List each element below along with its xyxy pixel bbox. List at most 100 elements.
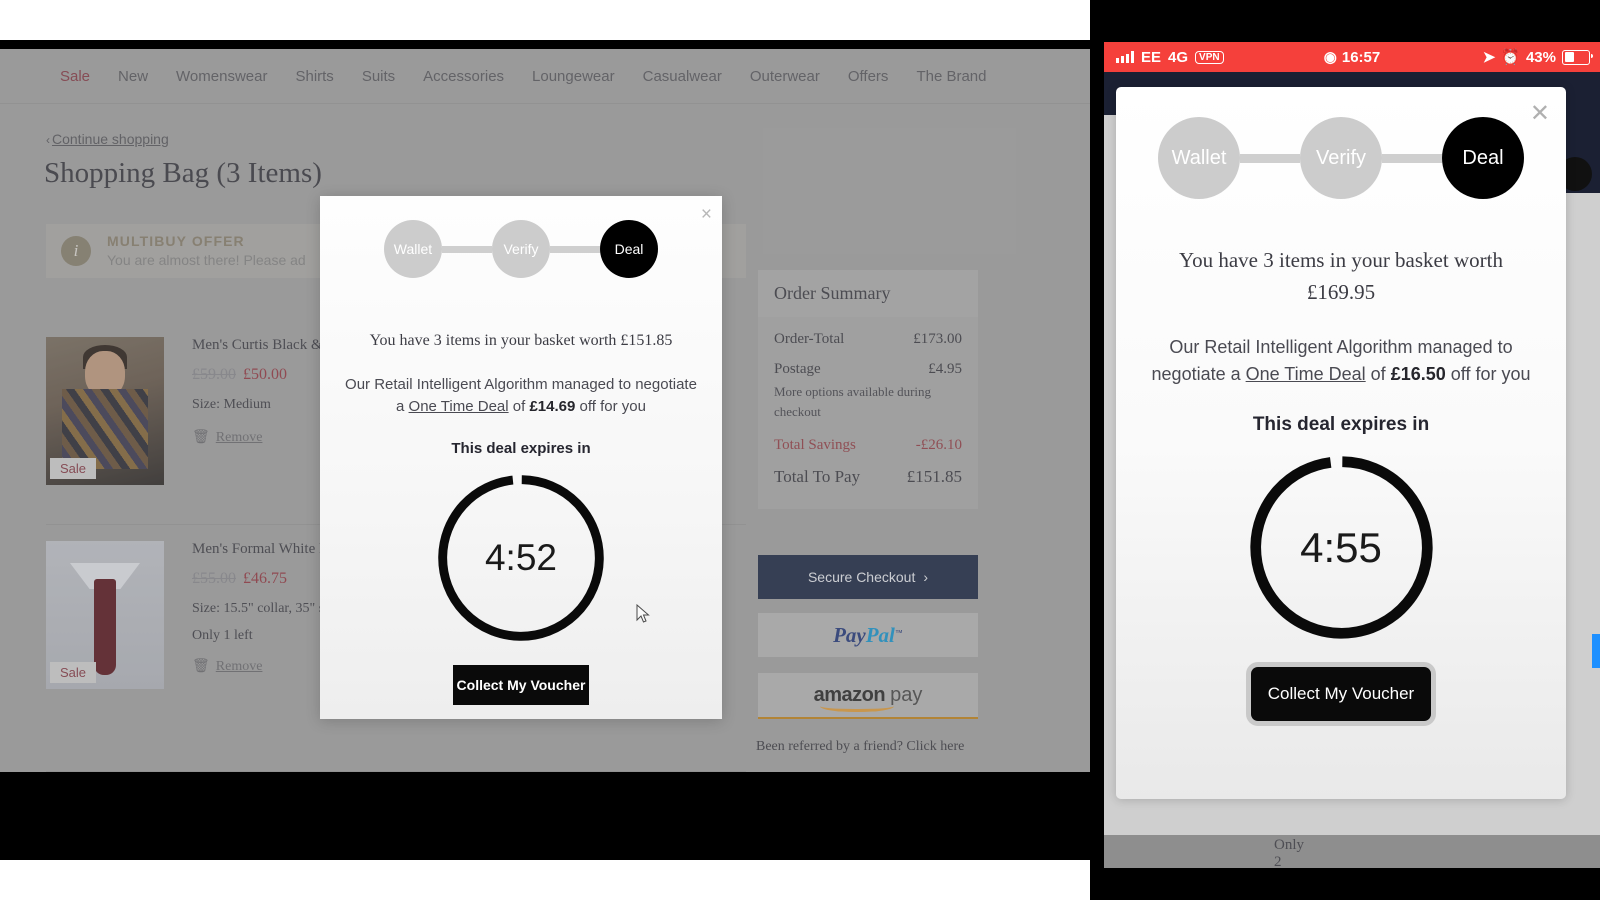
close-icon[interactable]: ✕ — [1530, 99, 1550, 128]
secure-checkout-button[interactable]: Secure Checkout › — [758, 555, 978, 599]
paypal-button[interactable]: PayPal™ — [758, 613, 978, 657]
alarm-clock-icon: ⏰ — [1501, 49, 1520, 66]
multibuy-subtitle: You are almost there! Please ad — [107, 252, 306, 268]
trash-icon: 🗑 — [192, 659, 210, 675]
nav-item-loungewear[interactable]: Loungewear — [532, 68, 615, 85]
postage-note: More options available during checkout — [774, 384, 932, 419]
summary-value: £4.95 — [928, 361, 962, 377]
page-title: Shopping Bag (3 Items) — [44, 157, 322, 189]
timer-value: 4:52 — [484, 536, 557, 578]
countdown-timer: 4:55 — [1244, 450, 1439, 645]
product-old-price: £59.00 — [192, 366, 236, 383]
secure-checkout-label: Secure Checkout — [807, 569, 916, 585]
product-new-price: £46.75 — [243, 570, 287, 587]
trash-icon: 🗑 — [192, 430, 210, 446]
battery-icon — [1562, 49, 1593, 65]
mobile-page-background-lower — [1104, 835, 1600, 868]
timer-value: 4:55 — [1300, 523, 1382, 571]
step-verify: Verify — [492, 220, 550, 278]
referral-link[interactable]: Been referred by a friend? Click here — [756, 736, 966, 757]
nav-item-accessories[interactable]: Accessories — [423, 68, 504, 85]
summary-value: £173.00 — [913, 331, 962, 347]
panel-gap — [1090, 0, 1104, 900]
nav-item-outerwear[interactable]: Outerwear — [750, 68, 820, 85]
battery-percent-label: 43% — [1525, 48, 1556, 66]
step-indicator: Wallet Verify Deal — [1116, 87, 1566, 199]
nav-item-new[interactable]: New — [118, 68, 148, 85]
collect-voucher-button[interactable]: Collect My Voucher — [453, 664, 589, 705]
mobile-edge-tab[interactable] — [1592, 634, 1600, 668]
status-badge: Sale — [50, 458, 97, 479]
clock-label: 16:57 — [1341, 48, 1381, 66]
nav-item-shirts[interactable]: Shirts — [295, 68, 333, 85]
step-connector — [1382, 153, 1442, 163]
nav-item-offers[interactable]: Offers — [848, 68, 889, 85]
step-deal: Deal — [1442, 117, 1524, 199]
necktie-shape — [94, 579, 116, 675]
remove-label: Remove — [215, 659, 263, 675]
mobile-status-bar: EE 4G VPN ◉ 16:57 ➤ ⏰ 43% — [1104, 42, 1600, 72]
close-icon[interactable]: × — [701, 204, 712, 226]
summary-label: Postage — [774, 361, 821, 377]
deal-modal-desktop: × Wallet Verify Deal You have 3 items in… — [320, 196, 722, 719]
letterbox-mobile-bottom — [1104, 868, 1600, 900]
row-divider — [46, 771, 746, 772]
amazon-pay-button[interactable]: amazon pay — [758, 673, 978, 719]
nav-item-suits[interactable]: Suits — [362, 68, 395, 85]
expiry-label: This deal expires in — [1252, 414, 1430, 435]
status-badge: Sale — [50, 662, 97, 683]
paypal-logo: PayPal™ — [833, 622, 903, 647]
product-new-price: £50.00 — [243, 366, 287, 383]
screenshot-stage: Sale New Womenswear Shirts Suits Accesso… — [0, 0, 1600, 900]
record-dot-icon: ◉ — [1323, 49, 1337, 66]
nav-item-casualwear[interactable]: Casualwear — [643, 68, 722, 85]
letterbox-bottom — [0, 772, 1100, 860]
step-indicator: Wallet Verify Deal — [320, 196, 722, 278]
deal-amount: £16.50 — [1390, 364, 1446, 384]
one-time-deal-link[interactable]: One Time Deal — [409, 398, 509, 415]
multibuy-title: MULTIBUY OFFER — [107, 233, 245, 250]
step-deal: Deal — [600, 220, 658, 278]
summary-value: -£26.10 — [915, 437, 962, 453]
mouse-cursor-icon — [636, 604, 650, 623]
background-stock-label: Only 2 left — [1274, 837, 1304, 868]
deal-description: Our Retail Intelligent Algorithm managed… — [320, 374, 722, 418]
info-icon: i — [61, 236, 91, 266]
nav-item-the-brand[interactable]: The Brand — [916, 68, 986, 85]
amazon-smile-icon — [819, 700, 894, 712]
remove-label: Remove — [215, 430, 263, 446]
product-thumbnail[interactable]: Sale — [46, 541, 164, 689]
patterned-shirt-shape — [62, 389, 148, 469]
location-arrow-icon: ➤ — [1482, 49, 1496, 66]
summary-label: Total To Pay — [774, 467, 861, 486]
nav-item-sale[interactable]: Sale — [60, 68, 90, 85]
order-summary-heading: Order Summary — [758, 270, 978, 317]
collect-voucher-button[interactable]: Collect My Voucher — [1251, 667, 1431, 721]
status-right-group: ➤ ⏰ 43% — [1482, 48, 1593, 66]
nav-item-womenswear[interactable]: Womenswear — [176, 68, 267, 85]
chevron-left-icon: ‹ — [46, 133, 50, 147]
product-thumbnail[interactable]: Sale — [46, 337, 164, 485]
multibuy-text: MULTIBUY OFFER You are almost there! Ple… — [107, 232, 306, 270]
step-wallet: Wallet — [384, 220, 442, 278]
letterbox-mobile-top — [1104, 0, 1600, 42]
deal-description: Our Retail Intelligent Algorithm managed… — [1116, 334, 1566, 388]
step-connector — [550, 245, 600, 253]
mobile-phone-panel: EE 4G VPN ◉ 16:57 ➤ ⏰ 43% Free UK delive… — [1104, 42, 1600, 868]
order-summary-body: Order-Total £173.00 Postage £4.95 More o… — [758, 317, 978, 509]
nav-item-list: Sale New Womenswear Shirts Suits Accesso… — [0, 49, 1090, 103]
continue-shopping-link[interactable]: ‹ Continue shopping — [46, 131, 169, 147]
letterbox-top — [0, 40, 1100, 49]
order-summary-panel: Order Summary Order-Total £173.00 Postag… — [758, 270, 978, 509]
step-verify: Verify — [1300, 117, 1382, 199]
deal-suffix: off for you — [575, 397, 646, 415]
summary-row-savings: Total Savings -£26.10 — [774, 437, 962, 454]
deal-amount: £14.69 — [529, 397, 576, 415]
step-connector — [1240, 153, 1300, 163]
one-time-deal-link[interactable]: One Time Deal — [1246, 364, 1366, 384]
site-navbar: Sale New Womenswear Shirts Suits Accesso… — [0, 49, 1090, 104]
summary-label: Order-Total — [774, 331, 845, 347]
step-connector — [442, 245, 492, 253]
amazon-pay-logo: amazon pay — [814, 684, 922, 712]
continue-shopping-label: Continue shopping — [52, 131, 169, 147]
